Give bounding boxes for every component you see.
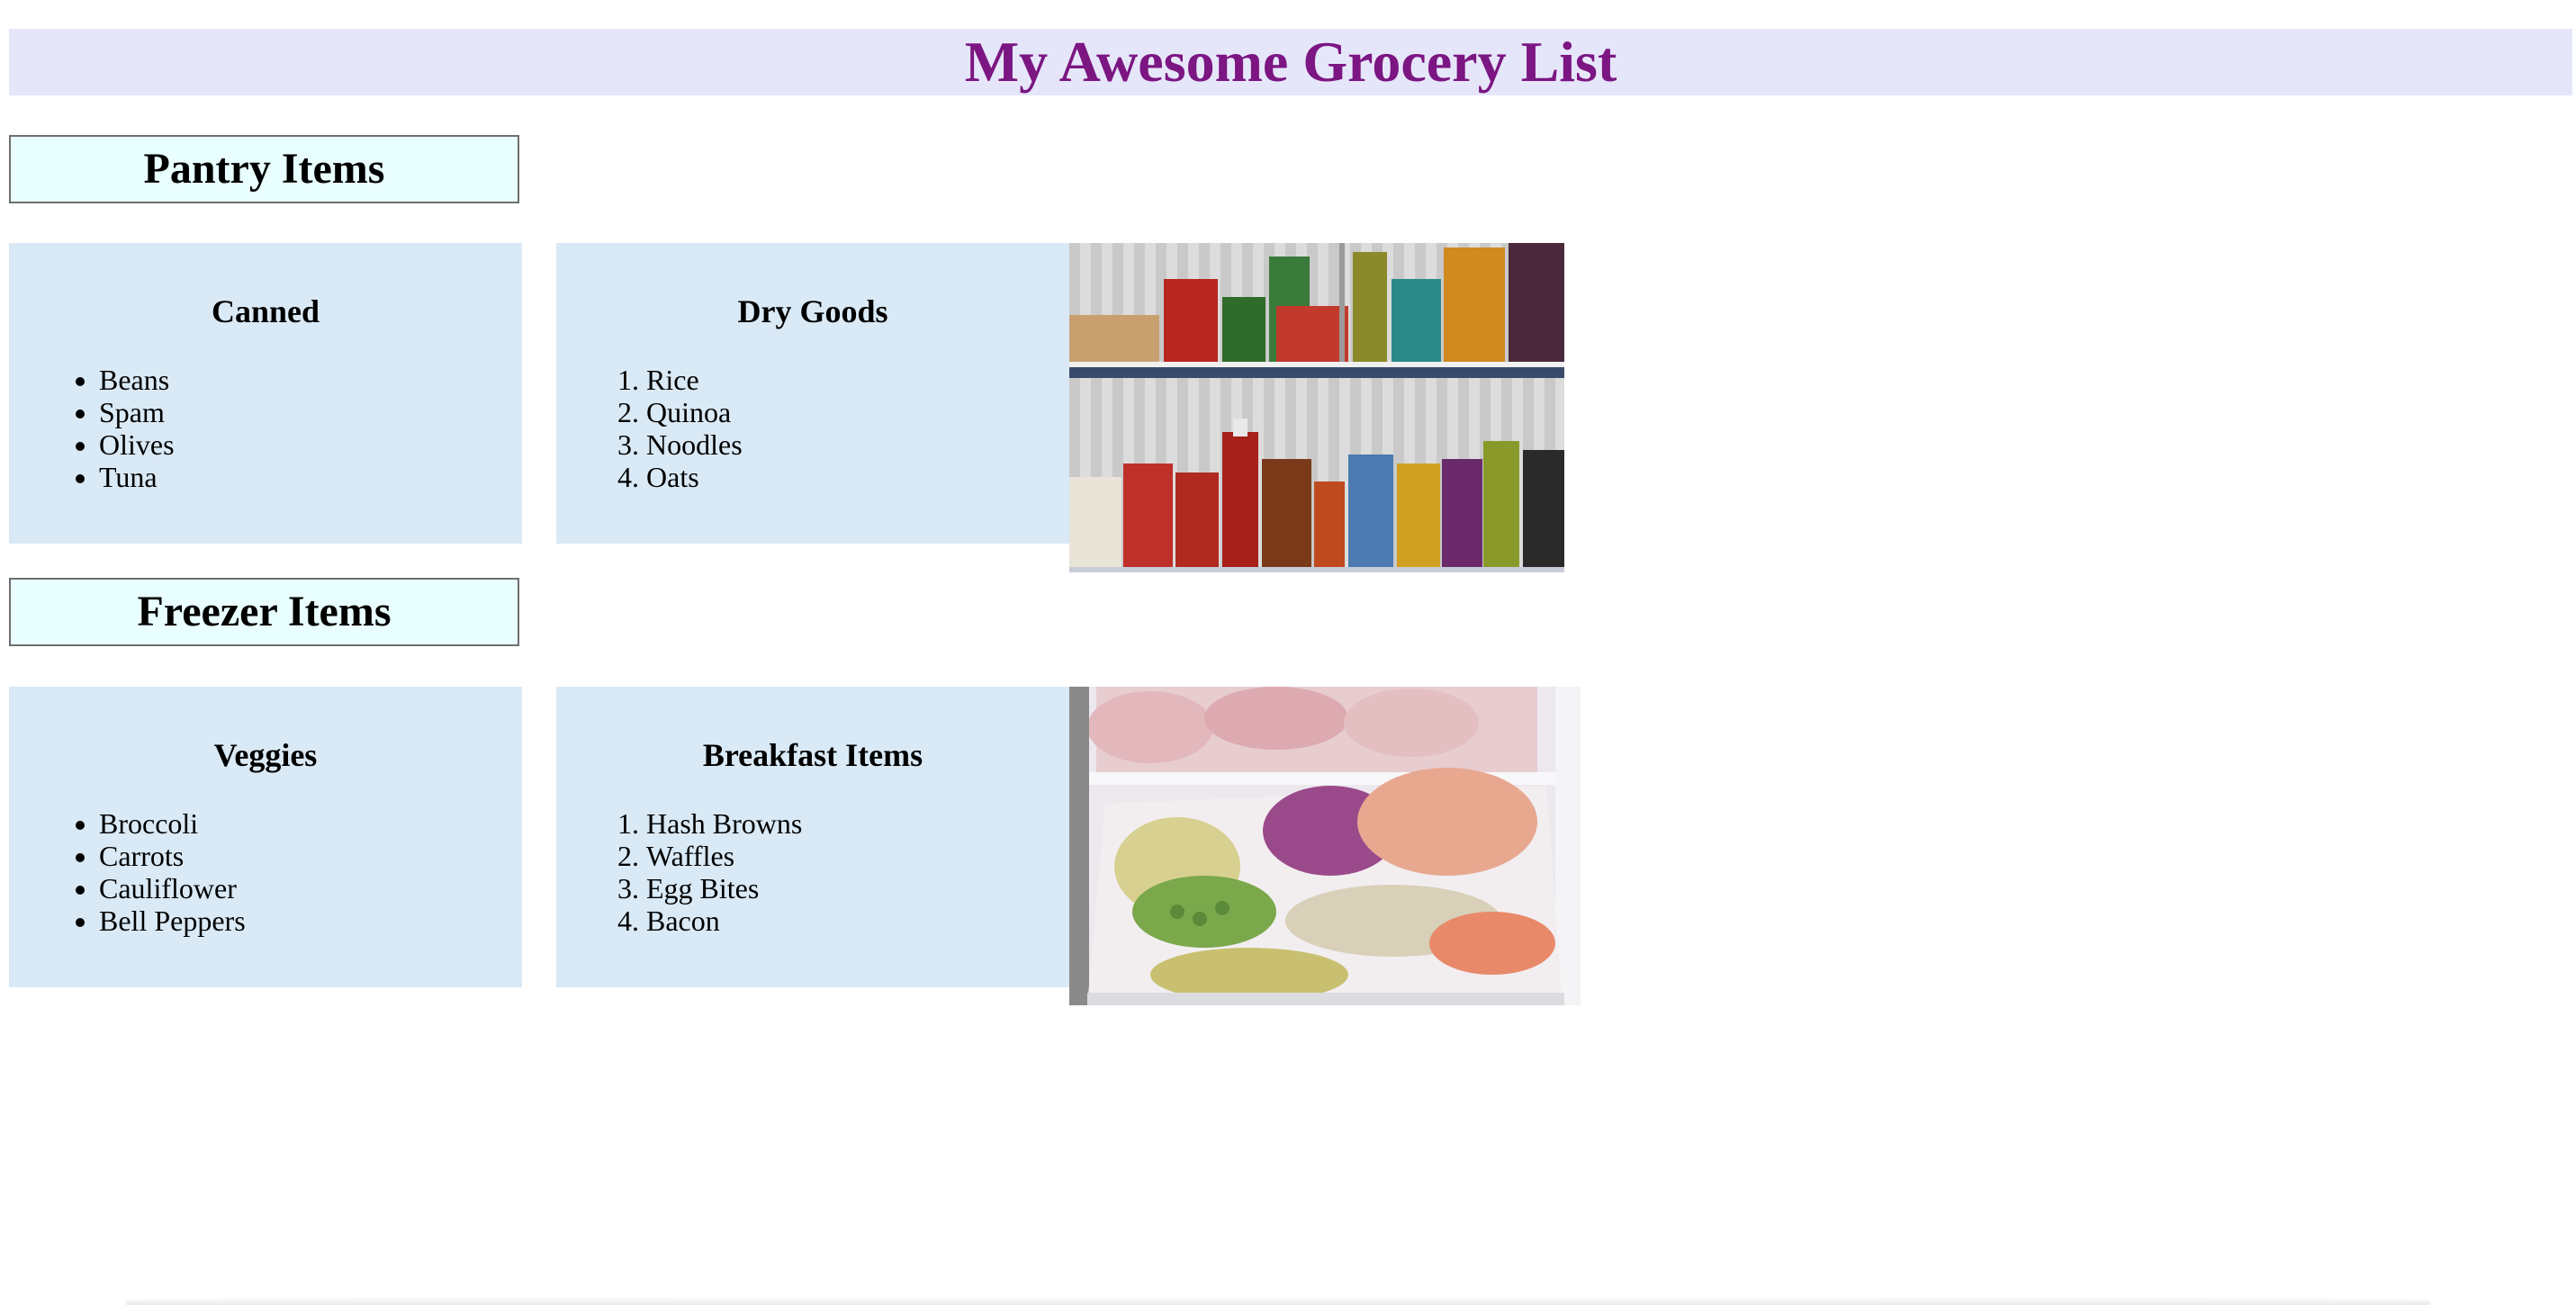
list-item: Tuna (99, 461, 175, 493)
canned-title: Canned (211, 293, 320, 329)
list-item: Bacon (646, 904, 802, 937)
breakfast-title: Breakfast Items (702, 737, 923, 773)
pantry-image (1069, 243, 1564, 572)
freezer-heading: Freezer Items (9, 578, 519, 646)
list-item: Olives (99, 428, 175, 461)
canned-list: Beans Spam Olives Tuna (99, 364, 175, 493)
list-item: Oats (646, 461, 743, 493)
list-item: Cauliflower (99, 872, 246, 904)
list-item: Hash Browns (646, 807, 802, 840)
dry-goods-list: Rice Quinoa Noodles Oats (646, 364, 743, 493)
list-item: Quinoa (646, 396, 743, 428)
page-title: My Awesome Grocery List (9, 29, 2572, 95)
dry-goods-title: Dry Goods (737, 293, 888, 329)
list-item: Carrots (99, 840, 246, 872)
breakfast-card: Breakfast Items Hash Browns Waffles Egg … (556, 687, 1069, 987)
veggies-title: Veggies (213, 737, 318, 773)
breakfast-list: Hash Browns Waffles Egg Bites Bacon (646, 807, 802, 937)
page-bottom-shadow (126, 1296, 2430, 1305)
pantry-heading: Pantry Items (9, 135, 519, 203)
list-item: Bell Peppers (99, 904, 246, 937)
list-item: Egg Bites (646, 872, 802, 904)
list-item: Beans (99, 364, 175, 396)
freezer-image (1069, 687, 1581, 1005)
list-item: Rice (646, 364, 743, 396)
list-item: Waffles (646, 840, 802, 872)
list-item: Noodles (646, 428, 743, 461)
dry-goods-card: Dry Goods Rice Quinoa Noodles Oats (556, 243, 1069, 544)
canned-card: Canned Beans Spam Olives Tuna (9, 243, 522, 544)
list-item: Spam (99, 396, 175, 428)
veggies-card: Veggies Broccoli Carrots Cauliflower Bel… (9, 687, 522, 987)
list-item: Broccoli (99, 807, 246, 840)
veggies-list: Broccoli Carrots Cauliflower Bell Pepper… (99, 807, 246, 937)
